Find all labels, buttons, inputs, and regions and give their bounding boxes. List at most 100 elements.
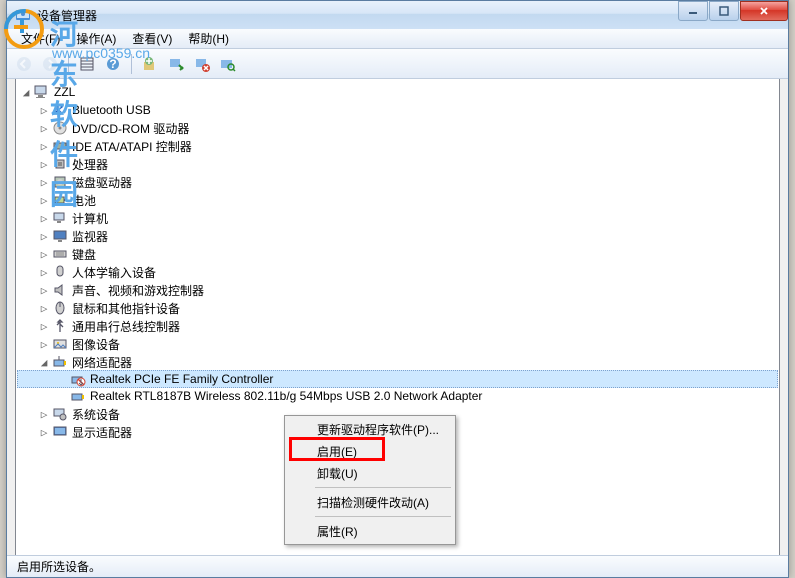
tree-node-adapter[interactable]: Realtek RTL8187B Wireless 802.11b/g 54Mb… (18, 387, 777, 405)
display-icon (52, 424, 68, 440)
node-label: Realtek PCIe FE Family Controller (90, 372, 273, 386)
node-label: 鼠标和其他指针设备 (72, 300, 180, 317)
node-label: Bluetooth USB (72, 103, 151, 117)
app-icon (15, 7, 31, 23)
update-driver-button[interactable] (139, 53, 161, 75)
expander-icon[interactable]: ▷ (36, 158, 52, 171)
node-label: IDE ATA/ATAPI 控制器 (72, 138, 192, 155)
node-label: 监视器 (72, 228, 108, 245)
titlebar[interactable]: 设备管理器 (7, 1, 788, 29)
usb-icon (52, 318, 68, 334)
expander-icon[interactable]: ▷ (36, 230, 52, 243)
svg-text:?: ? (109, 57, 116, 71)
context-menu: 更新驱动程序软件(P)... 启用(E) 卸载(U) 扫描检测硬件改动(A) 属… (284, 415, 456, 545)
root-node[interactable]: ◢ ZZL (18, 83, 777, 101)
node-label: 磁盘驱动器 (72, 174, 132, 191)
expander-icon[interactable]: ▷ (36, 302, 52, 315)
expander-icon[interactable]: ▷ (36, 194, 52, 207)
expander-icon[interactable]: ▷ (36, 426, 52, 439)
forward-button (39, 53, 61, 75)
statusbar-text: 启用所选设备。 (17, 558, 101, 575)
ide-icon (52, 138, 68, 154)
maximize-button[interactable] (709, 1, 739, 21)
cm-uninstall[interactable]: 卸载(U) (287, 462, 453, 484)
hid-icon (52, 264, 68, 280)
minimize-button[interactable] (678, 1, 708, 21)
separator (315, 516, 451, 517)
tree-node[interactable]: ▷ 声音、视频和游戏控制器 (18, 281, 777, 299)
window-title: 设备管理器 (37, 7, 677, 24)
tree-node[interactable]: ▷ Bluetooth USB (18, 101, 777, 119)
tree-node[interactable]: ▷ 处理器 (18, 155, 777, 173)
tree-node-adapter[interactable]: Realtek PCIe FE Family Controller (17, 370, 778, 388)
system-icon (52, 406, 68, 422)
device-manager-window: 设备管理器 文件(F) 操作(A) 查看(V) 帮助(H) ? ◢ ZZL (6, 0, 789, 578)
cm-scan-hardware[interactable]: 扫描检测硬件改动(A) (287, 491, 453, 513)
expander-icon[interactable]: ▷ (36, 122, 52, 135)
cm-update-driver[interactable]: 更新驱动程序软件(P)... (287, 418, 453, 440)
expander-icon[interactable]: ▷ (36, 284, 52, 297)
expander-icon[interactable]: ▷ (36, 338, 52, 351)
tree-node[interactable]: ▷ 图像设备 (18, 335, 777, 353)
enable-button[interactable] (165, 53, 187, 75)
scan-hardware-button[interactable] (217, 53, 239, 75)
node-label: 处理器 (72, 156, 108, 173)
keyboard-icon (52, 246, 68, 262)
node-label: DVD/CD-ROM 驱动器 (72, 120, 189, 137)
expander-icon[interactable]: ▷ (36, 408, 52, 421)
root-label: ZZL (54, 85, 75, 99)
expander-icon[interactable]: ▷ (36, 266, 52, 279)
tree-node[interactable]: ▷ IDE ATA/ATAPI 控制器 (18, 137, 777, 155)
node-label: 电池 (72, 192, 96, 209)
cm-properties[interactable]: 属性(R) (287, 520, 453, 542)
expander-icon[interactable]: ▷ (36, 104, 52, 117)
net-disabled-icon (70, 371, 86, 387)
disc-icon (52, 120, 68, 136)
tree-node[interactable]: ▷ 通用串行总线控制器 (18, 317, 777, 335)
expander-icon[interactable]: ▷ (36, 140, 52, 153)
device-tree-area[interactable]: ◢ ZZL ▷ Bluetooth USB ▷ DVD/CD-ROM 驱动器 ▷… (15, 79, 780, 557)
toolbar: ? (7, 49, 788, 79)
cm-enable[interactable]: 启用(E) (287, 440, 453, 462)
node-label: 人体学输入设备 (72, 264, 156, 281)
tree-node[interactable]: ▷ 计算机 (18, 209, 777, 227)
menubar: 文件(F) 操作(A) 查看(V) 帮助(H) (7, 29, 788, 49)
computer-icon (52, 210, 68, 226)
menu-file[interactable]: 文件(F) (13, 28, 68, 49)
node-label: 系统设备 (72, 406, 120, 423)
tree-node[interactable]: ▷ 鼠标和其他指针设备 (18, 299, 777, 317)
show-hide-tree-button[interactable] (76, 53, 98, 75)
tree-node[interactable]: ▷ 键盘 (18, 245, 777, 263)
sound-icon (52, 282, 68, 298)
tree-node-network[interactable]: ◢ 网络适配器 (18, 353, 777, 371)
expander-icon[interactable]: ▷ (36, 212, 52, 225)
tree-node[interactable]: ▷ 人体学输入设备 (18, 263, 777, 281)
expander-icon[interactable]: ▷ (36, 248, 52, 261)
tree-node[interactable]: ▷ DVD/CD-ROM 驱动器 (18, 119, 777, 137)
net-icon (70, 388, 86, 404)
node-label: 键盘 (72, 246, 96, 263)
back-button (13, 53, 35, 75)
disk-icon (52, 174, 68, 190)
computer-icon (34, 84, 50, 100)
node-label: 网络适配器 (72, 354, 132, 371)
help-button[interactable]: ? (102, 53, 124, 75)
tree-node[interactable]: ▷ 电池 (18, 191, 777, 209)
menu-action[interactable]: 操作(A) (68, 28, 124, 49)
tree-node[interactable]: ▷ 监视器 (18, 227, 777, 245)
expander-icon[interactable]: ▷ (36, 320, 52, 333)
close-button[interactable] (740, 1, 788, 21)
battery-icon (52, 192, 68, 208)
menu-view[interactable]: 查看(V) (124, 28, 180, 49)
image-icon (52, 336, 68, 352)
node-label: 显示适配器 (72, 424, 132, 441)
uninstall-button[interactable] (191, 53, 213, 75)
menu-help[interactable]: 帮助(H) (180, 28, 237, 49)
mouse-icon (52, 300, 68, 316)
expander-icon[interactable]: ◢ (18, 86, 34, 99)
node-label: 计算机 (72, 210, 108, 227)
tree-node[interactable]: ▷ 磁盘驱动器 (18, 173, 777, 191)
expander-icon[interactable]: ◢ (36, 356, 52, 369)
expander-icon[interactable]: ▷ (36, 176, 52, 189)
node-label: 声音、视频和游戏控制器 (72, 282, 204, 299)
